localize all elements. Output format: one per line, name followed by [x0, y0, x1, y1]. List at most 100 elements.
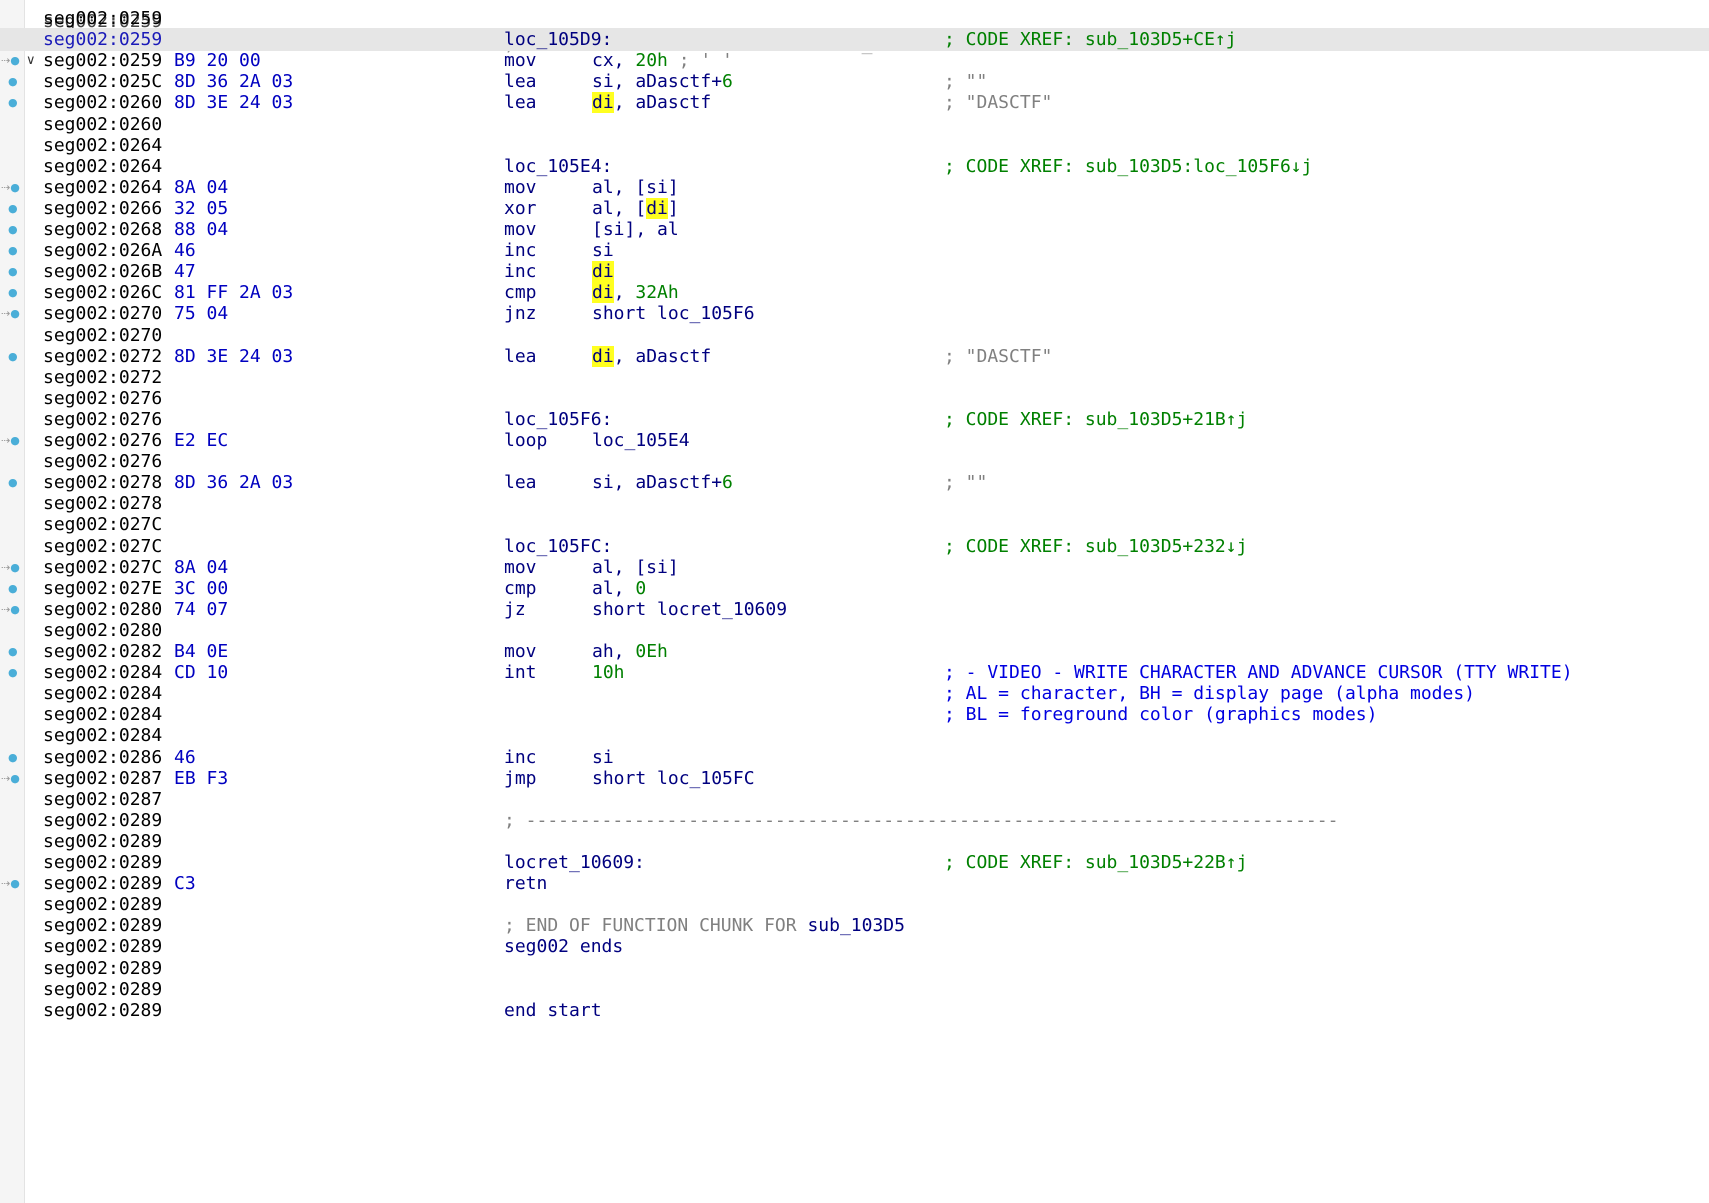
line-address[interactable]: seg002:0264	[43, 176, 162, 199]
code-label[interactable]: loc_105E4:	[504, 155, 612, 178]
listing-line[interactable]: seg002:026B 47 ● inc di	[0, 260, 1709, 283]
instruction-operands[interactable]: di, aDasctf	[592, 91, 711, 114]
listing-line[interactable]: seg002:0289	[0, 830, 1709, 853]
instruction-operands[interactable]: ah, 0Eh	[592, 640, 668, 663]
listing-line[interactable]: seg002:026A 46 ● inc si	[0, 239, 1709, 262]
listing-line[interactable]: seg002:0276 E2 EC ⇢● loop loc_105E4	[0, 429, 1709, 452]
breakpoint-dot-icon[interactable]: ●	[8, 239, 18, 262]
xref-arrow-icon[interactable]: ⇢●	[1, 176, 20, 199]
listing-line[interactable]: seg002:0287 EB F3 ⇢● jmp short loc_105FC	[0, 767, 1709, 790]
listing-line[interactable]: seg002:0289 C3 ⇢● retn	[0, 872, 1709, 895]
listing-line[interactable]: seg002:025C 8D 36 2A 03 ● lea si, aDasctf+6;…	[0, 70, 1709, 93]
listing-line[interactable]: seg002:0289	[0, 893, 1709, 916]
register-highlight[interactable]: di	[592, 261, 614, 283]
line-address[interactable]: seg002:0268	[43, 218, 162, 241]
instruction-mnemonic[interactable]: xor	[504, 197, 537, 220]
line-address[interactable]: seg002:0289	[43, 957, 162, 980]
instruction-operands[interactable]: si	[592, 746, 614, 769]
instruction-mnemonic[interactable]: int	[504, 661, 537, 684]
instruction-mnemonic[interactable]: cmp	[504, 281, 537, 304]
line-address[interactable]: seg002:0289	[43, 935, 162, 958]
instruction-operands[interactable]: al, [si]	[592, 176, 679, 199]
listing-line[interactable]: seg002:0278	[0, 492, 1709, 515]
listing-line[interactable]: seg002:0278 8D 36 2A 03 ● lea si, aDasctf+6;…	[0, 471, 1709, 494]
line-address[interactable]: seg002:0272	[43, 366, 162, 389]
instruction-operands[interactable]: short locret_10609	[592, 598, 787, 621]
line-address[interactable]: seg002:0286	[43, 746, 162, 769]
line-address[interactable]: seg002:0289	[43, 999, 162, 1022]
instruction-operands[interactable]: short loc_105FC	[592, 767, 755, 790]
instruction-operands[interactable]: short loc_105F6	[592, 302, 755, 325]
line-address[interactable]: seg002:0289	[43, 893, 162, 916]
listing-line[interactable]: seg002:0282 B4 0E ● mov ah, 0Eh	[0, 640, 1709, 663]
line-address[interactable]: seg002:0280	[43, 619, 162, 642]
line-address[interactable]: seg002:0264	[43, 134, 162, 157]
listing-line[interactable]: seg002:0284 CD 10 ● int 10h ; - VIDEO - WRITE…	[0, 661, 1709, 684]
line-address[interactable]: seg002:027C	[43, 556, 162, 579]
breakpoint-dot-icon[interactable]: ●	[8, 640, 18, 663]
instruction-operands[interactable]: di	[592, 260, 614, 283]
line-address[interactable]: seg002:0259	[43, 49, 162, 72]
xref-arrow-icon[interactable]: ⇢●	[1, 598, 20, 621]
xref-arrow-icon[interactable]: ⇢●	[1, 767, 20, 790]
listing-line[interactable]: seg002:0289 seg002 ends	[0, 935, 1709, 958]
listing-line[interactable]: seg002:0260 8D 3E 24 03 ● lea di, aDasctf ; "…	[0, 91, 1709, 114]
listing-line[interactable]: seg002:0259 B9 20 00 ∨ ⇢● mov cx, 20h ; ' '	[0, 49, 1709, 72]
instruction-mnemonic[interactable]: inc	[504, 746, 537, 769]
listing-line[interactable]: seg002:0259	[0, 7, 1709, 30]
instruction-mnemonic[interactable]: lea	[504, 91, 537, 114]
line-address[interactable]: seg002:0276	[43, 408, 162, 431]
instruction-mnemonic[interactable]: mov	[504, 556, 537, 579]
listing-line[interactable]: seg002:027C 8A 04 ⇢● mov al, [si]	[0, 556, 1709, 579]
listing-line[interactable]: seg002:0289 ; END OF FUNCTION CHUNK FOR s…	[0, 914, 1709, 937]
xref-arrow-icon[interactable]: ⇢●	[1, 872, 20, 895]
line-address[interactable]: seg002:027C	[43, 513, 162, 536]
line-address[interactable]: seg002:0270	[43, 302, 162, 325]
instruction-mnemonic[interactable]: mov	[504, 176, 537, 199]
xref-arrow-icon[interactable]: ⇢●	[1, 429, 20, 452]
listing-line[interactable]: seg002:0272 8D 3E 24 03 ● lea di, aDasctf ; "…	[0, 345, 1709, 368]
register-highlight[interactable]: di	[592, 345, 614, 367]
instruction-mnemonic[interactable]: mov	[504, 49, 537, 72]
line-address[interactable]: seg002:0270	[43, 324, 162, 347]
listing-line[interactable]: seg002:0280 74 07 ⇢● jz short locret_10609	[0, 598, 1709, 621]
xref-arrow-icon[interactable]: ⇢●	[1, 49, 20, 72]
line-address[interactable]: seg002:027E	[43, 577, 162, 600]
instruction-operands[interactable]: [si], al	[592, 218, 679, 241]
line-address[interactable]: seg002:0287	[43, 767, 162, 790]
listing-line[interactable]: seg002:0272	[0, 366, 1709, 389]
listing-line[interactable]: seg002:0289 end start	[0, 999, 1709, 1022]
listing-line[interactable]: seg002:027C loc_105FC: ; CODE XREF: sub_10…	[0, 535, 1709, 558]
instruction-mnemonic[interactable]: lea	[504, 70, 537, 93]
instruction-operands[interactable]: si	[592, 239, 614, 262]
code-label[interactable]: loc_105F6:	[504, 408, 612, 431]
instruction-operands[interactable]: 10h	[592, 661, 625, 684]
directive[interactable]: end start	[504, 999, 602, 1022]
listing-line[interactable]: seg002:0260	[0, 113, 1709, 136]
breakpoint-dot-icon[interactable]: ●	[8, 577, 18, 600]
instruction-operands[interactable]: di, 32Ah	[592, 281, 679, 304]
line-address[interactable]: seg002:025C	[43, 70, 162, 93]
line-address[interactable]: seg002:0289	[43, 830, 162, 853]
instruction-operands[interactable]: al, [si]	[592, 556, 679, 579]
listing-line[interactable]: seg002:0276	[0, 387, 1709, 410]
line-address[interactable]: seg002:026C	[43, 281, 162, 304]
line-address[interactable]: seg002:0289	[43, 851, 162, 874]
instruction-operands[interactable]: si, aDasctf+6	[592, 471, 733, 494]
line-address[interactable]: seg002:0284	[43, 703, 162, 726]
listing-line[interactable]: seg002:0287	[0, 788, 1709, 811]
listing-line[interactable]: seg002:0284 ; BL = foreground color (grap…	[0, 703, 1709, 726]
code-label[interactable]: loc_105D9:	[504, 28, 612, 51]
listing-line[interactable]: seg002:0264 8A 04 ⇢● mov al, [si]	[0, 176, 1709, 199]
breakpoint-dot-icon[interactable]: ●	[8, 91, 18, 114]
instruction-mnemonic[interactable]: lea	[504, 345, 537, 368]
line-address[interactable]: seg002:0280	[43, 598, 162, 621]
instruction-mnemonic[interactable]: cmp	[504, 577, 537, 600]
line-address[interactable]: seg002:0278	[43, 471, 162, 494]
listing-line[interactable]: seg002:0264 loc_105E4: ; CODE XREF: sub_10…	[0, 155, 1709, 178]
breakpoint-dot-icon[interactable]: ●	[8, 281, 18, 304]
listing-line[interactable]: seg002:0289 ; ---------------------------…	[0, 809, 1709, 832]
instruction-operands[interactable]: cx, 20h ; ' '	[592, 49, 733, 72]
line-address[interactable]: seg002:0289	[43, 872, 162, 895]
instruction-mnemonic[interactable]: retn	[504, 872, 547, 895]
